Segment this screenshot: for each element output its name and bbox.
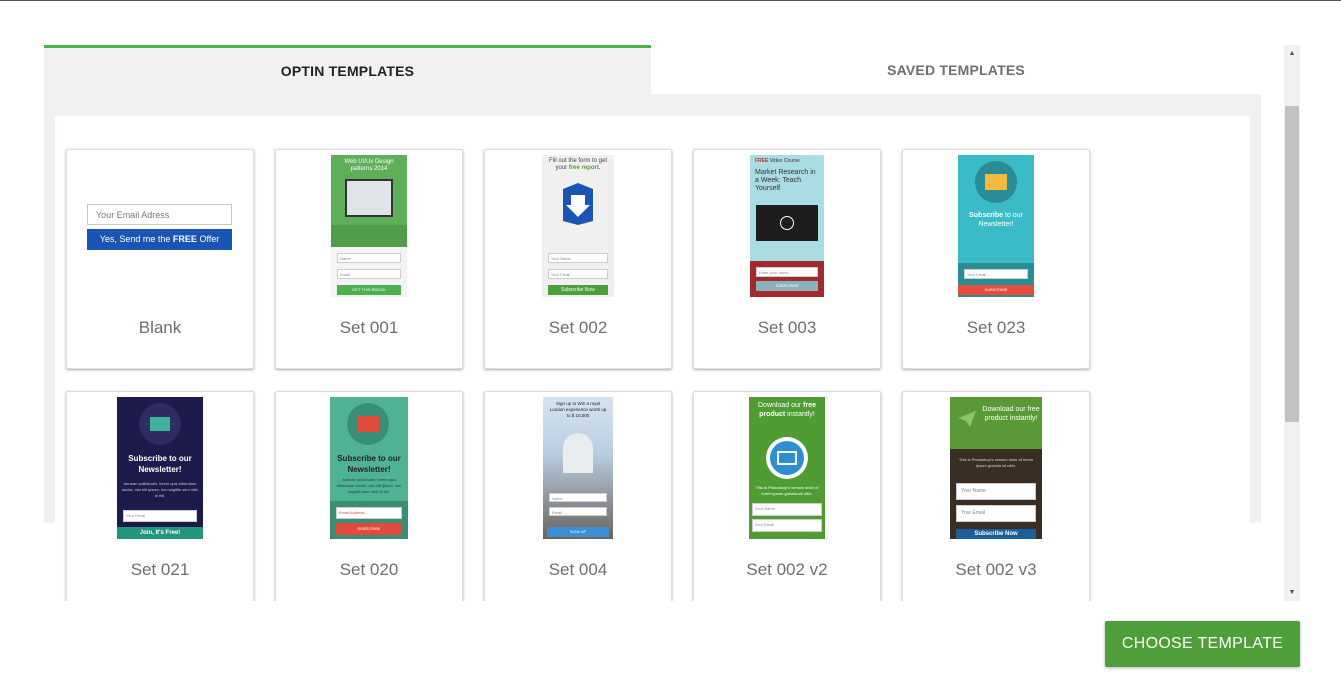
- template-label: Set 002: [548, 318, 608, 337]
- thumb-field: Your Email: [548, 269, 608, 279]
- thumb-field: Your Name: [548, 253, 608, 263]
- blank-offer-button-preview: Yes, Send me the FREE Offer: [87, 229, 232, 250]
- thumb-heading: Sign up to Win a royal London experience…: [549, 401, 607, 418]
- thumb-tag: FREE Video Course: [755, 158, 800, 164]
- thumb-heading: Subscribe to our Newsletter!: [337, 454, 401, 474]
- thumb-banner: [331, 225, 407, 247]
- tab-saved-templates[interactable]: SAVED TEMPLATES: [651, 45, 1261, 94]
- thumb-button: SIGN UP: [547, 527, 609, 537]
- thumb-device-image: [345, 179, 393, 217]
- template-label: Set 023: [966, 318, 1026, 337]
- template-thumbnail: Web UI/Ux Design patterns 2014 Name Emai…: [331, 155, 407, 297]
- thumb-heading: Web UI/Ux Design patterns 2014: [344, 159, 394, 172]
- play-icon: [780, 216, 794, 230]
- thumb-field: Your Email: [964, 269, 1028, 279]
- thumb-body-text: Aenean sollicitudin, lorem quis bibendum…: [121, 481, 199, 498]
- template-tabs: OPTIN TEMPLATES SAVED TEMPLATES: [44, 45, 1261, 94]
- thumb-field: Your Name: [956, 483, 1036, 500]
- template-thumbnail: Subscribe to our Newsletter! Your Email …: [958, 155, 1034, 297]
- download-box-icon: [563, 183, 593, 225]
- template-card-set-020[interactable]: Subscribe to our Newsletter! Aenean soll…: [275, 391, 463, 601]
- thumb-field: Name: [337, 253, 401, 263]
- template-card-set-023[interactable]: Subscribe to our Newsletter! Your Email …: [902, 149, 1090, 369]
- scroll-thumb[interactable]: [1285, 106, 1299, 422]
- thumb-field: Email Address...: [336, 507, 402, 519]
- thumb-video: [756, 205, 818, 241]
- thumb-button: SUBSCRIBE: [958, 285, 1034, 295]
- template-label: Set 004: [548, 560, 608, 579]
- thumb-heading: Fill out the form to get your free repor…: [548, 158, 608, 171]
- thumb-field: Name: [549, 493, 607, 502]
- thumb-field: Your Email: [752, 519, 822, 532]
- template-grid: Your Email Adress Yes, Send me the FREE …: [55, 116, 1250, 601]
- envelope-icon: [347, 403, 389, 445]
- template-picker-modal: OPTIN TEMPLATES SAVED TEMPLATES Your Ema…: [0, 1, 1341, 683]
- blank-email-input-preview: Your Email Adress: [87, 204, 232, 225]
- tab-optin-templates[interactable]: OPTIN TEMPLATES: [44, 45, 651, 94]
- template-card-blank[interactable]: Your Email Adress Yes, Send me the FREE …: [66, 149, 254, 369]
- template-thumbnail: Subscribe to our Newsletter! Aenean soll…: [330, 397, 408, 539]
- thumb-heading: Subscribe to our Newsletter!: [128, 454, 192, 474]
- envelope-icon: [139, 403, 181, 445]
- template-thumbnail: Subscribe to our Newsletter! Aenean soll…: [117, 397, 203, 539]
- template-card-set-003[interactable]: FREE Video Course Market Research in a W…: [693, 149, 881, 369]
- template-card-set-002[interactable]: Fill out the form to get your free repor…: [484, 149, 672, 369]
- thumb-button: Subscribe Now: [956, 529, 1036, 539]
- thumb-button: SUBSCRIBE: [756, 281, 818, 291]
- template-label: Set 020: [339, 560, 399, 579]
- template-label: Set 001: [339, 318, 399, 337]
- paper-plane-icon: [958, 411, 976, 427]
- thumb-field: Enter your name: [756, 267, 818, 277]
- choose-template-button[interactable]: CHOOSE TEMPLATE: [1105, 621, 1300, 667]
- envelope-icon: [975, 161, 1017, 203]
- thumb-heading: Market Research in a Week: Teach Yoursel…: [755, 169, 816, 192]
- thumb-button: SUBSCRIBE: [336, 523, 402, 535]
- thumb-button: GET THIS EBOOK: [337, 285, 401, 295]
- thumb-heading: Subscribe to our Newsletter!: [969, 212, 1023, 228]
- thumb-body-text: This is Photoshop's version dolor of lor…: [755, 485, 819, 496]
- thumb-field: Your Email: [123, 510, 197, 522]
- template-thumbnail: Fill out the form to get your free repor…: [542, 155, 614, 297]
- template-label: Set 002 v2: [746, 560, 828, 579]
- thumb-field: Your Email: [956, 505, 1036, 522]
- thumb-heading: Download our free product instantly!: [982, 406, 1040, 422]
- thumb-body-text: Aenean sollicitudin, lorem quis bibendum…: [336, 477, 402, 494]
- template-card-set-001[interactable]: Web UI/Ux Design patterns 2014 Name Emai…: [275, 149, 463, 369]
- template-thumbnail: Download our free product instantly! Thi…: [950, 397, 1042, 539]
- template-thumbnail: Download our free product instantly! Thi…: [749, 397, 825, 539]
- template-thumbnail: FREE Video Course Market Research in a W…: [750, 155, 824, 297]
- vertical-scrollbar[interactable]: ▲ ▼: [1284, 45, 1300, 601]
- thumb-button: Join, It's Free!: [117, 527, 203, 539]
- template-card-set-002-v3[interactable]: Download our free product instantly! Thi…: [902, 391, 1090, 601]
- mail-icon: [766, 437, 808, 479]
- template-label: Set 002 v3: [955, 560, 1037, 579]
- thumb-dome-image: [563, 433, 593, 473]
- template-card-set-021[interactable]: Subscribe to our Newsletter! Aenean soll…: [66, 391, 254, 601]
- template-label: Set 021: [130, 560, 190, 579]
- scroll-up-arrow-icon[interactable]: ▲: [1284, 45, 1300, 62]
- scroll-down-arrow-icon[interactable]: ▼: [1284, 584, 1300, 601]
- template-label: Blank: [138, 318, 182, 337]
- template-thumbnail: Sign up to Win a royal London experience…: [543, 397, 613, 539]
- thumb-body-text: [546, 233, 610, 247]
- thumb-field: Email: [337, 269, 401, 279]
- thumb-heading: Download our free product instantly!: [758, 402, 816, 418]
- template-card-set-002-v2[interactable]: Download our free product instantly! Thi…: [693, 391, 881, 601]
- thumb-body-text: This is Photoshop's version dolor of lor…: [958, 457, 1034, 468]
- template-label: Set 003: [757, 318, 817, 337]
- template-card-set-004[interactable]: Sign up to Win a royal London experience…: [484, 391, 672, 601]
- thumb-button: Subscribe Now: [548, 285, 608, 295]
- thumb-field: Your Name: [752, 503, 822, 516]
- thumb-field: Email: [549, 507, 607, 516]
